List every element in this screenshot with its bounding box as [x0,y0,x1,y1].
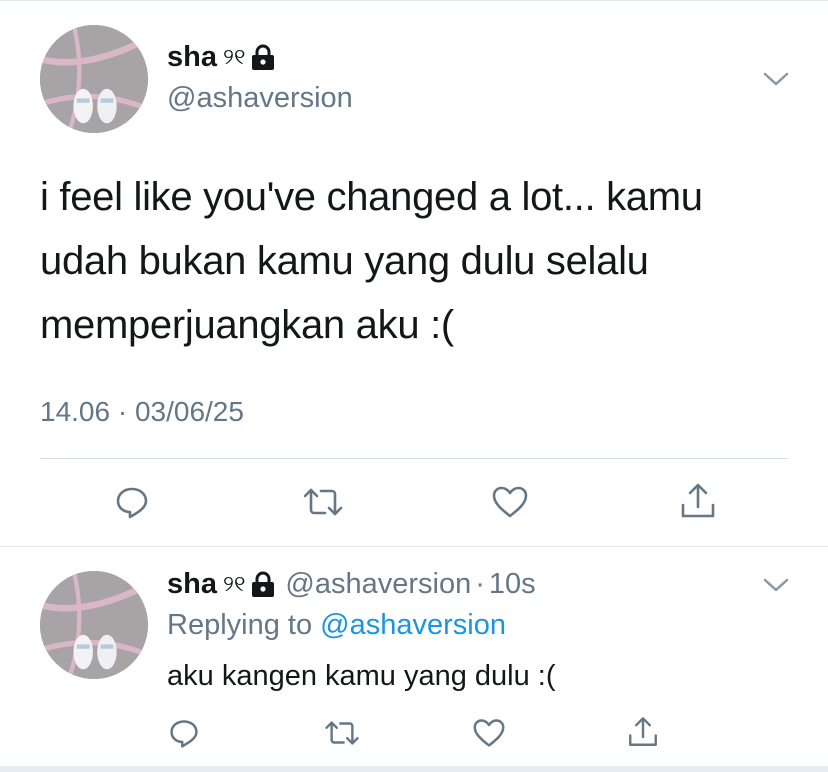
reply-text: aku kangen kamu yang dulu :( [167,660,556,692]
reply-avatar[interactable] [40,571,148,679]
meta-separator: · [475,568,485,600]
lock-icon [251,571,275,598]
reply-button[interactable] [166,715,202,751]
bottom-separator [0,766,828,772]
heart-icon [492,486,528,518]
display-name[interactable]: sha [167,41,217,74]
heart-icon [473,719,505,747]
share-icon [629,717,657,746]
replying-prefix: Replying to [167,609,313,641]
reply-author-row: sha ୨୧ @ashaversion · 10s [167,568,536,601]
share-icon [681,483,715,518]
avatar-photo [40,571,148,679]
reply-time[interactable]: 10s [489,568,536,601]
author-name-row: sha ୨୧ [167,41,275,74]
chevron-down-icon[interactable] [763,71,789,87]
reply-button[interactable] [112,482,152,522]
name-decoration: ୨୧ [222,572,246,597]
name-decoration: ୨୧ [222,45,246,70]
retweet-icon [303,488,343,516]
lock-icon [251,44,275,71]
reply-display-name[interactable]: sha [167,568,217,601]
chevron-down-icon[interactable] [763,577,789,593]
top-divider [0,0,828,1]
like-button[interactable] [488,482,532,522]
reply-icon [116,487,148,519]
tweet-text: i feel like you've changed a lot... kamu… [40,175,703,347]
share-button[interactable] [624,713,662,751]
reply-handle[interactable]: @ashaversion [285,568,471,601]
like-button[interactable] [470,715,508,751]
retweet-icon [325,721,359,745]
action-divider [40,458,788,459]
replying-to-line: Replying to @ashaversion [167,609,506,642]
tweet-separator [0,546,828,547]
avatar-photo [40,25,148,133]
replying-mention-link[interactable]: @ashaversion [320,609,506,641]
author-handle[interactable]: @ashaversion [167,82,353,115]
share-button[interactable] [676,480,720,522]
retweet-button[interactable] [300,482,346,522]
avatar[interactable] [40,25,148,133]
retweet-button[interactable] [322,715,362,751]
reply-icon [170,720,198,748]
tweet-timestamp[interactable]: 14.06 · 03/06/25 [40,396,244,428]
